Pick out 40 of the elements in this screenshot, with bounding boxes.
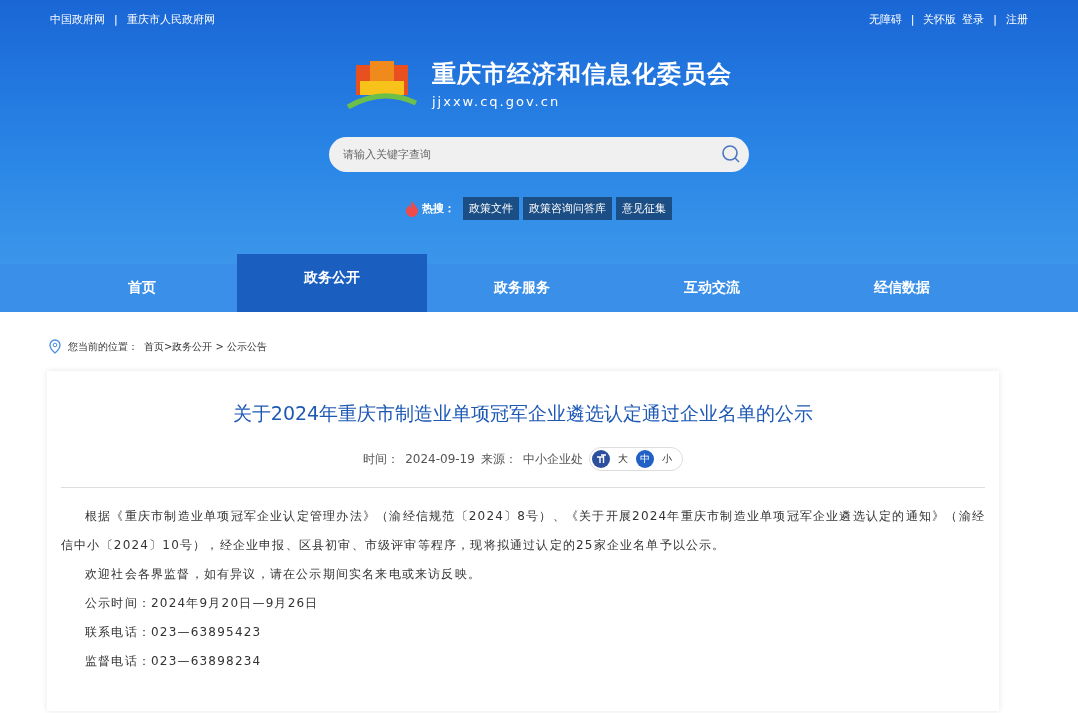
- article-title: 关于2024年重庆市制造业单项冠军企业遴选认定通过企业名单的公示: [231, 401, 815, 426]
- breadcrumb-label: 您当前的位置：: [68, 339, 138, 354]
- nav-tab[interactable]: 首页: [47, 264, 237, 312]
- nav-tab[interactable]: 政务服务: [427, 264, 617, 312]
- top-link[interactable]: 重庆市人民政府网: [126, 12, 215, 27]
- breadcrumb-path: 首页>政务公开 > 公示公告: [144, 339, 268, 354]
- hot-search-label: 热搜：: [422, 201, 455, 216]
- top-link[interactable]: 中国政府网: [50, 12, 105, 27]
- font-size-option[interactable]: 中: [635, 450, 654, 468]
- time-label: 时间：: [363, 450, 400, 468]
- hot-search-tag[interactable]: 意见征集: [616, 197, 672, 220]
- article-paragraph: 公示时间：2024年9月20日—9月26日: [84, 595, 320, 612]
- nav-tab[interactable]: 互动交流: [617, 264, 807, 312]
- source-label: 来源：: [480, 450, 517, 468]
- top-link[interactable]: 关怀版: [923, 12, 957, 27]
- flame-icon: [406, 200, 418, 217]
- article-paragraph: 联系电话：023—63895423: [84, 624, 263, 641]
- separator: |: [909, 14, 916, 25]
- site-domain: jjxxw.cq.gov.cn: [432, 93, 562, 109]
- separator: |: [992, 14, 998, 25]
- source-text: 中小企业处: [522, 450, 583, 468]
- search-field[interactable]: 请输入关键字查询: [329, 137, 749, 172]
- nav-tab[interactable]: 政务公开: [237, 254, 427, 312]
- top-link[interactable]: 注册: [1006, 12, 1028, 27]
- separator: |: [113, 14, 119, 25]
- search-icon[interactable]: [721, 144, 741, 164]
- nav-tab[interactable]: 经信数据: [807, 264, 997, 312]
- article-paragraph: 监督电话：023—63898234: [84, 653, 263, 670]
- text-size-icon: [591, 450, 610, 468]
- top-link[interactable]: 无障碍: [868, 12, 902, 27]
- font-size-option[interactable]: 大: [613, 450, 632, 468]
- site-title: 重庆市经济和信息化委员会: [432, 58, 732, 90]
- hot-search-tag[interactable]: 政策咨询问答库: [523, 197, 612, 220]
- article-paragraph: 根据《重庆市制造业单项冠军企业认定管理办法》（渝经信规范〔2024〕8号）、《关于开展2024年重庆市制造业单项冠军企业遴选认定的通知》（渝经信中小〔2024〕10号），经企业申报、区县初审、市级评审等程序，现将拟通过认定的25家企业名单予以公示。: [61, 508, 985, 554]
- publish-date: 2024-09-19: [405, 452, 475, 466]
- top-link[interactable]: 登录: [962, 12, 985, 27]
- font-size-option[interactable]: 小: [657, 450, 676, 468]
- hot-search-tag[interactable]: 政策文件: [463, 197, 519, 220]
- article-paragraph: 欢迎社会各界监督，如有异议，请在公示期间实名来电或来访反映。: [84, 566, 482, 583]
- location-pin-icon: [48, 338, 62, 355]
